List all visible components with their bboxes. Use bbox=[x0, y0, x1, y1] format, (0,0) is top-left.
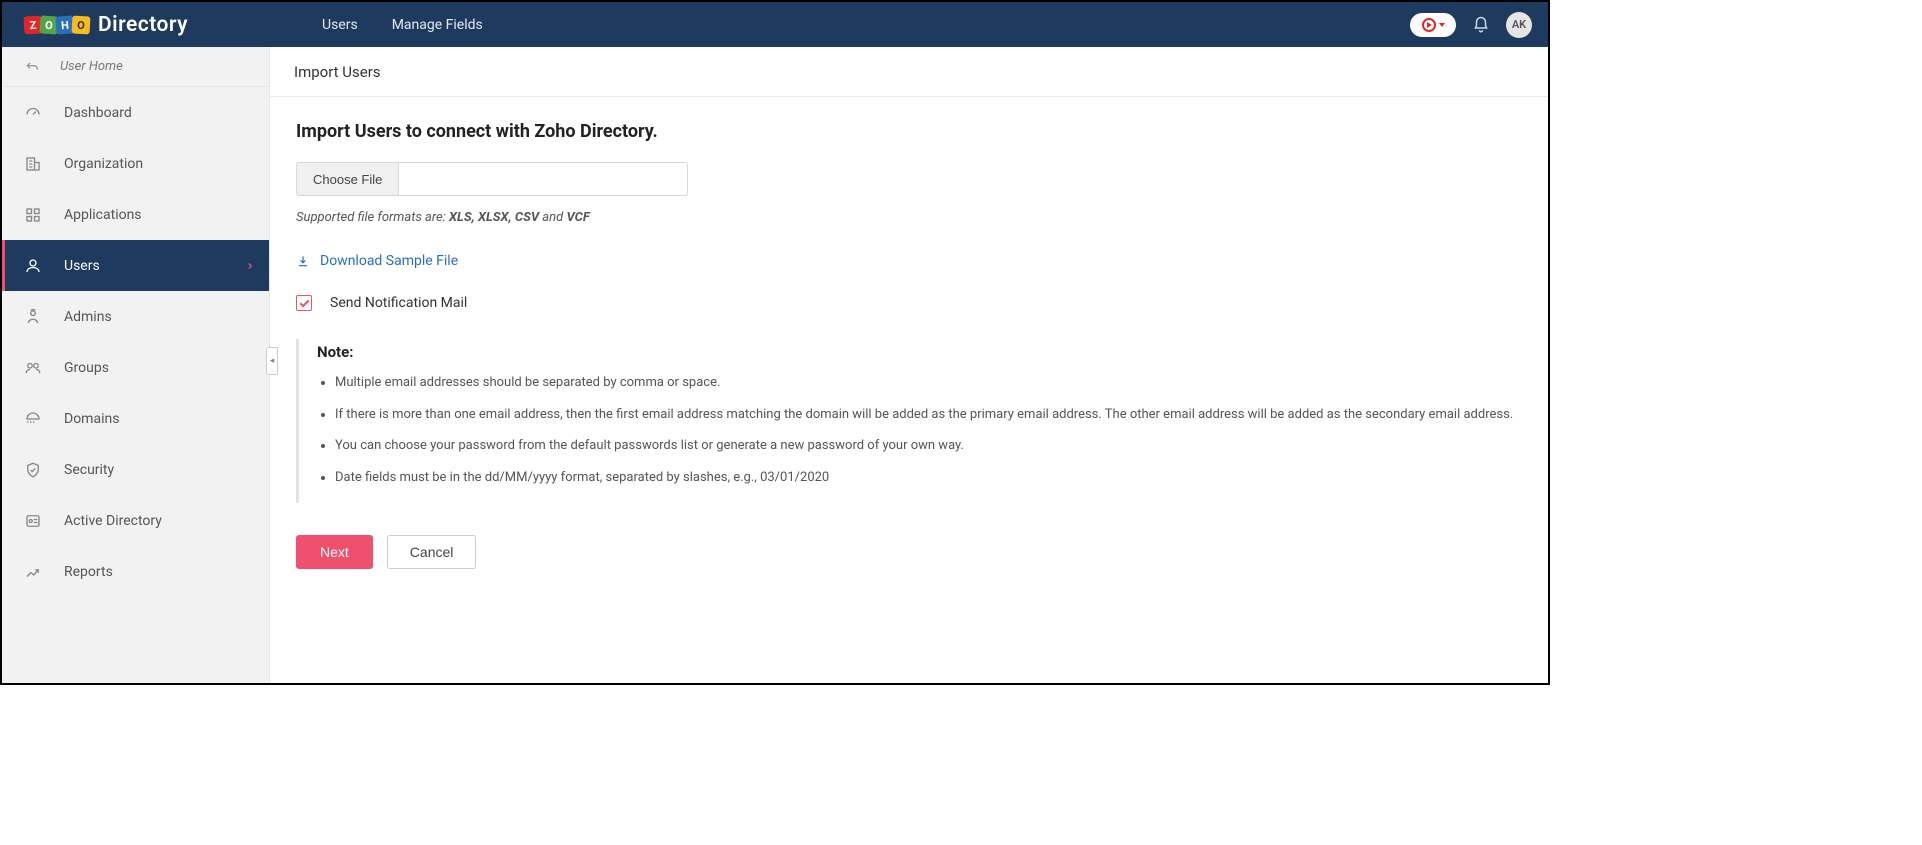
note-item: You can choose your password from the de… bbox=[335, 436, 1522, 456]
sidebar-item-applications[interactable]: Applications bbox=[2, 189, 269, 240]
sidebar-item-security[interactable]: Security bbox=[2, 444, 269, 495]
applications-icon bbox=[24, 206, 42, 224]
note-item: Date fields must be in the dd/MM/yyyy fo… bbox=[335, 468, 1522, 488]
next-button[interactable]: Next bbox=[296, 535, 373, 569]
avatar[interactable]: AK bbox=[1506, 12, 1532, 38]
note-title: Note: bbox=[317, 343, 1522, 361]
directory-icon bbox=[24, 512, 42, 530]
chevron-down-icon bbox=[1439, 23, 1445, 27]
play-icon bbox=[1422, 18, 1436, 32]
sidebar-item-label: Active Directory bbox=[64, 513, 162, 529]
sidebar-item-active-directory[interactable]: Active Directory bbox=[2, 495, 269, 546]
sidebar-item-label: Groups bbox=[64, 360, 109, 376]
sidebar-item-organization[interactable]: Organization bbox=[2, 138, 269, 189]
supported-formats-hint: Supported file formats are: XLS, XLSX, C… bbox=[296, 210, 1522, 225]
dashboard-icon bbox=[24, 104, 42, 122]
users-icon bbox=[24, 257, 42, 275]
topbar-right: AK bbox=[1410, 12, 1548, 38]
reports-icon bbox=[24, 563, 42, 581]
sidebar-item-label: Security bbox=[64, 462, 114, 478]
sidebar-collapse-handle[interactable]: ◂ bbox=[266, 347, 278, 375]
cancel-button[interactable]: Cancel bbox=[387, 535, 477, 569]
breadcrumb-label: Import Users bbox=[294, 63, 381, 81]
sidebar-item-label: Admins bbox=[64, 309, 112, 325]
user-home-link[interactable]: User Home bbox=[2, 47, 269, 87]
sidebar-item-label: Dashboard bbox=[64, 105, 132, 121]
file-picker-row: Choose File bbox=[296, 162, 1522, 196]
sidebar-item-label: Users bbox=[64, 258, 100, 274]
shield-icon bbox=[24, 461, 42, 479]
note-box: Note: Multiple email addresses should be… bbox=[296, 339, 1522, 503]
admins-icon bbox=[24, 308, 42, 326]
download-sample-label: Download Sample File bbox=[320, 253, 458, 269]
sidebar-item-reports[interactable]: Reports bbox=[2, 546, 269, 597]
back-arrow-icon bbox=[24, 59, 40, 75]
hint-and: and bbox=[539, 210, 566, 225]
sidebar: User Home Dashboard Organization Applica… bbox=[2, 47, 270, 683]
note-item: Multiple email addresses should be separ… bbox=[335, 373, 1522, 393]
bell-icon[interactable] bbox=[1472, 16, 1490, 34]
notify-checkbox[interactable] bbox=[296, 295, 312, 311]
organization-icon bbox=[24, 155, 42, 173]
topbar: Z O H O Directory Users Manage Fields AK bbox=[2, 2, 1548, 47]
hint-last: VCF bbox=[566, 210, 589, 225]
download-sample-link[interactable]: Download Sample File bbox=[296, 253, 1522, 269]
notify-checkbox-row: Send Notification Mail bbox=[296, 295, 1522, 311]
file-path-field[interactable] bbox=[398, 162, 688, 196]
checkmark-icon bbox=[299, 297, 309, 307]
sidebar-item-admins[interactable]: Admins bbox=[2, 291, 269, 342]
topnav-tabs: Users Manage Fields bbox=[270, 17, 483, 33]
sidebar-item-label: Applications bbox=[64, 207, 142, 223]
domains-icon bbox=[24, 410, 42, 428]
notify-label: Send Notification Mail bbox=[330, 295, 467, 311]
hint-formats: XLS, XLSX, CSV bbox=[449, 210, 539, 225]
groups-icon bbox=[24, 359, 42, 377]
sidebar-item-label: Reports bbox=[64, 564, 113, 580]
sidebar-item-label: Domains bbox=[64, 411, 119, 427]
sidebar-item-dashboard[interactable]: Dashboard bbox=[2, 87, 269, 138]
logo[interactable]: Z O H O Directory bbox=[2, 13, 270, 37]
sidebar-item-users[interactable]: Users bbox=[2, 240, 269, 291]
record-dropdown[interactable] bbox=[1410, 13, 1456, 37]
breadcrumb: Import Users bbox=[270, 47, 1548, 97]
button-row: Next Cancel bbox=[296, 535, 1522, 569]
logo-icon: Z O H O bbox=[26, 16, 90, 34]
content: Import Users Import Users to connect wit… bbox=[270, 47, 1548, 683]
chevron-right-icon bbox=[245, 261, 255, 271]
user-home-label: User Home bbox=[60, 59, 123, 74]
note-list: Multiple email addresses should be separ… bbox=[317, 373, 1522, 487]
sidebar-item-groups[interactable]: Groups bbox=[2, 342, 269, 393]
hint-prefix: Supported file formats are: bbox=[296, 210, 449, 225]
sidebar-item-domains[interactable]: Domains bbox=[2, 393, 269, 444]
sidebar-item-label: Organization bbox=[64, 156, 143, 172]
logo-letter: O bbox=[72, 15, 91, 34]
note-item: If there is more than one email address,… bbox=[335, 405, 1522, 425]
page-title: Import Users to connect with Zoho Direct… bbox=[296, 121, 1522, 142]
app-name: Directory bbox=[98, 13, 188, 37]
tab-manage-fields[interactable]: Manage Fields bbox=[392, 17, 483, 33]
choose-file-button[interactable]: Choose File bbox=[296, 162, 398, 196]
tab-users[interactable]: Users bbox=[322, 17, 358, 33]
download-icon bbox=[296, 254, 310, 268]
